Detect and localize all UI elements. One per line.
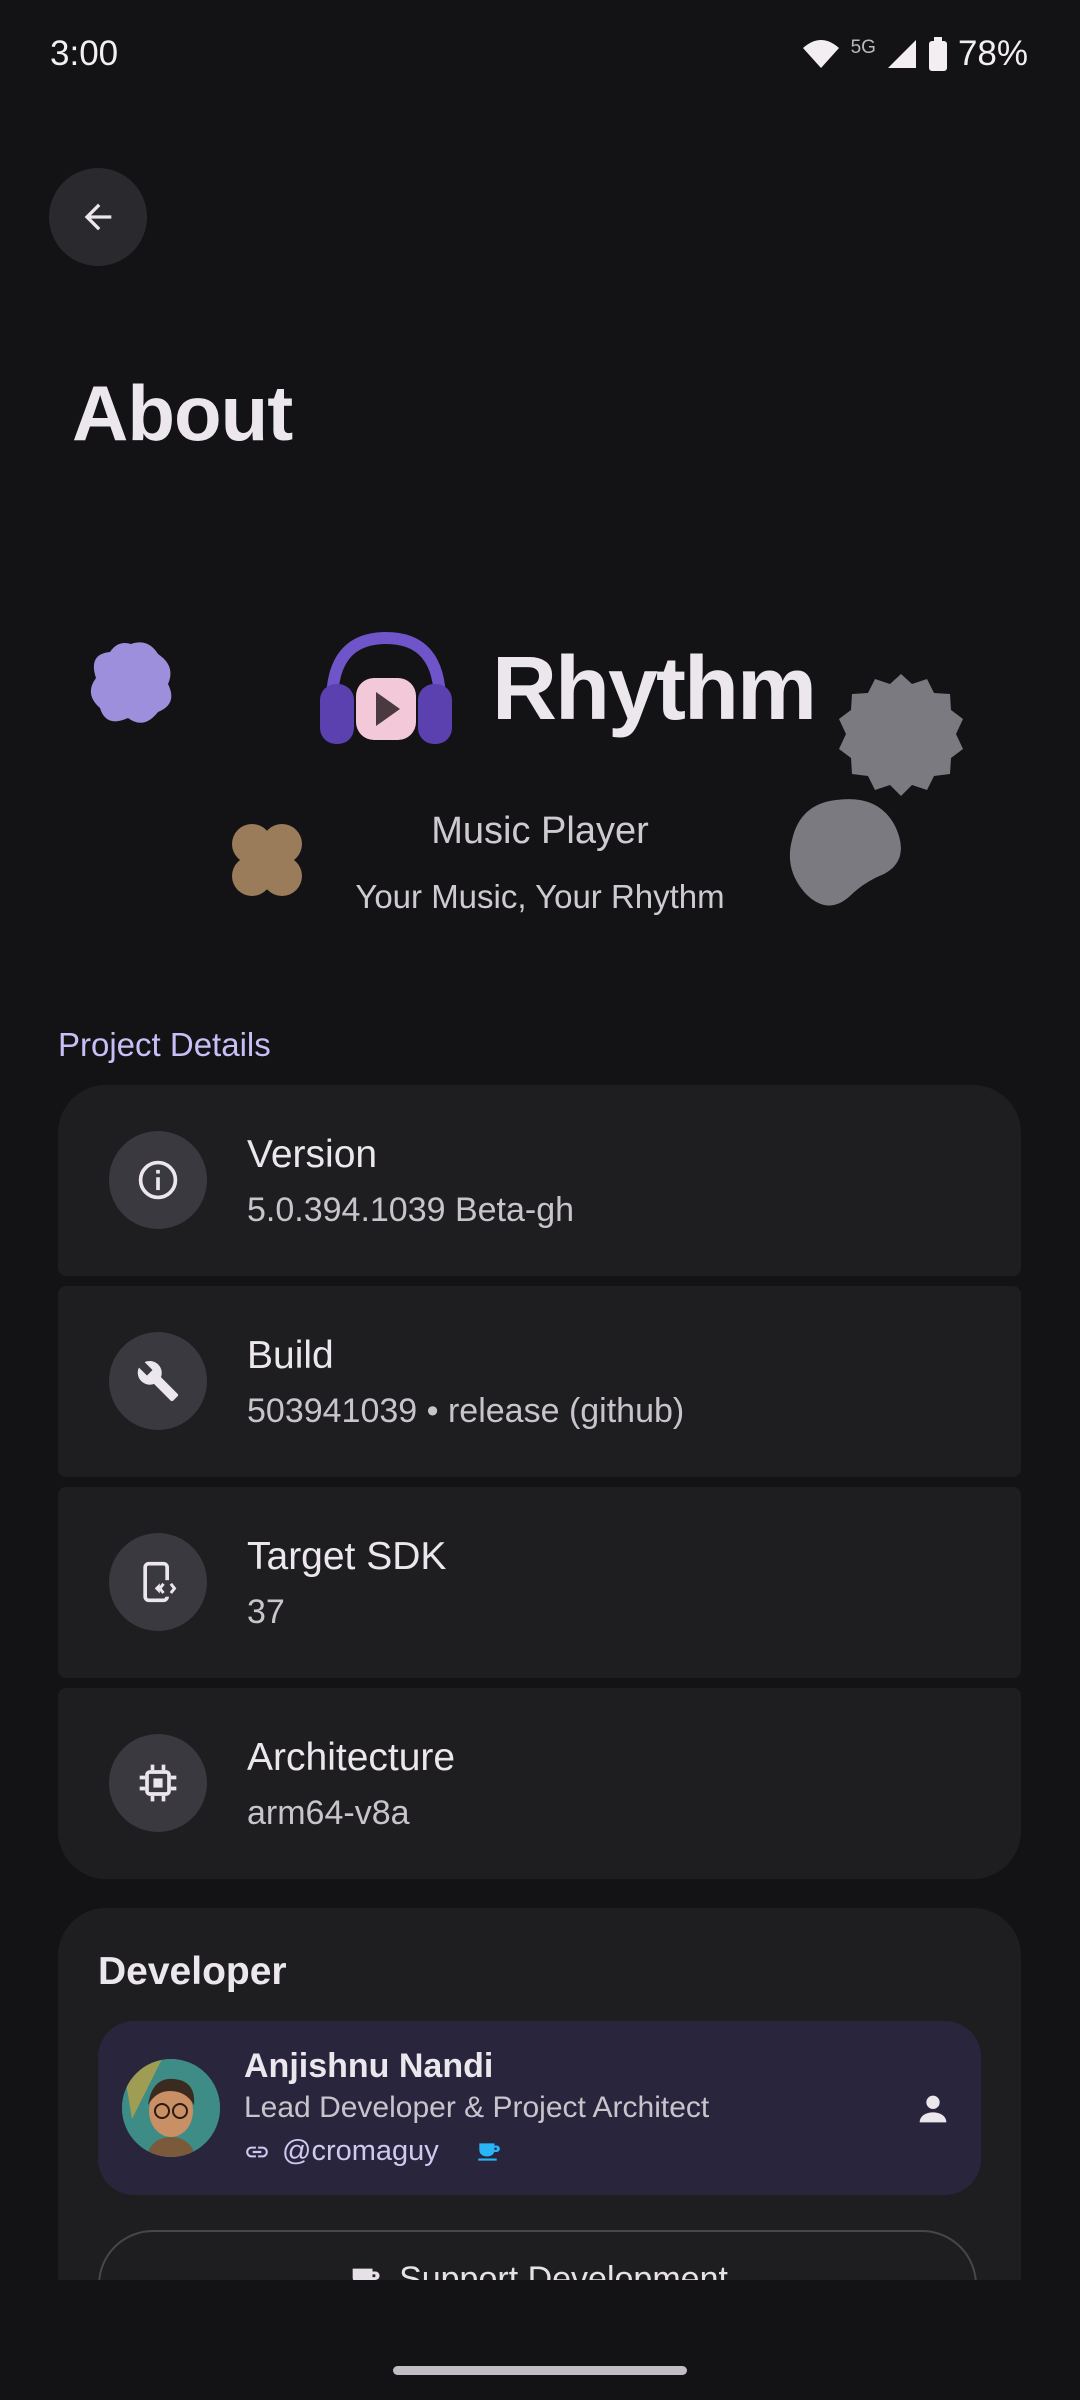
detail-title: Target SDK	[247, 1535, 447, 1578]
developer-role: Lead Developer & Project Architect	[244, 2091, 710, 2124]
app-tagline: Your Music, Your Rhythm	[355, 878, 725, 915]
back-button[interactable]	[49, 168, 147, 266]
section-label-project-details: Project Details	[58, 1026, 271, 1063]
detail-build[interactable]: Build 503941039 • release (github)	[58, 1286, 1021, 1477]
developer-heading: Developer	[98, 1950, 287, 1993]
app-subtitle: Music Player	[431, 810, 649, 852]
page-title: About	[72, 369, 293, 457]
developer-name: Anjishnu Nandi	[244, 2047, 494, 2085]
network-label: 5G	[850, 37, 876, 58]
app-hero: Rhythm Music Player Your Music, Your Rhy…	[0, 600, 1080, 940]
coffee-icon[interactable]	[475, 2139, 501, 2165]
wifi-icon	[802, 40, 839, 68]
detail-value: 37	[247, 1593, 285, 1631]
decorative-shape	[90, 642, 172, 723]
link-icon	[246, 2146, 268, 2157]
app-name: Rhythm	[492, 639, 817, 739]
home-indicator[interactable]	[393, 2366, 687, 2375]
project-details-list: Version 5.0.394.1039 Beta-gh Build 50394…	[58, 1085, 1021, 1889]
detail-architecture[interactable]: Architecture arm64-v8a	[58, 1688, 1021, 1879]
decorative-shape	[839, 674, 963, 796]
wrench-icon	[109, 1332, 207, 1430]
detail-title: Build	[247, 1334, 334, 1377]
detail-target-sdk[interactable]: Target SDK 37	[58, 1487, 1021, 1678]
battery-percent: 78%	[957, 34, 1028, 73]
chip-icon	[109, 1734, 207, 1832]
headphones-play-icon	[320, 631, 452, 744]
avatar	[122, 2059, 220, 2157]
developer-links: @cromaguy	[244, 2135, 501, 2168]
developer-section: Developer Anjishnu Nandi Lead Developer …	[58, 1908, 1021, 2340]
developer-card[interactable]: Anjishnu Nandi Lead Developer & Project …	[98, 2021, 981, 2195]
detail-value: arm64-v8a	[247, 1794, 410, 1832]
navigation-bar	[0, 2280, 1080, 2400]
status-icons: 5G 78%	[801, 34, 1028, 74]
status-bar: 3:00 5G 78%	[0, 0, 1080, 110]
person-icon[interactable]	[913, 2089, 953, 2129]
status-time: 3:00	[50, 34, 119, 73]
arrow-back-icon	[84, 203, 112, 231]
detail-title: Version	[247, 1133, 378, 1176]
detail-version[interactable]: Version 5.0.394.1039 Beta-gh	[58, 1085, 1021, 1276]
developer-handle[interactable]: @cromaguy	[282, 2135, 439, 2168]
detail-value: 503941039 • release (github)	[247, 1392, 685, 1430]
detail-title: Architecture	[247, 1736, 456, 1779]
info-icon	[109, 1131, 207, 1229]
signal-icon	[887, 40, 916, 68]
battery-icon	[928, 37, 947, 71]
detail-value: 5.0.394.1039 Beta-gh	[247, 1191, 575, 1229]
phone-code-icon	[109, 1533, 207, 1631]
